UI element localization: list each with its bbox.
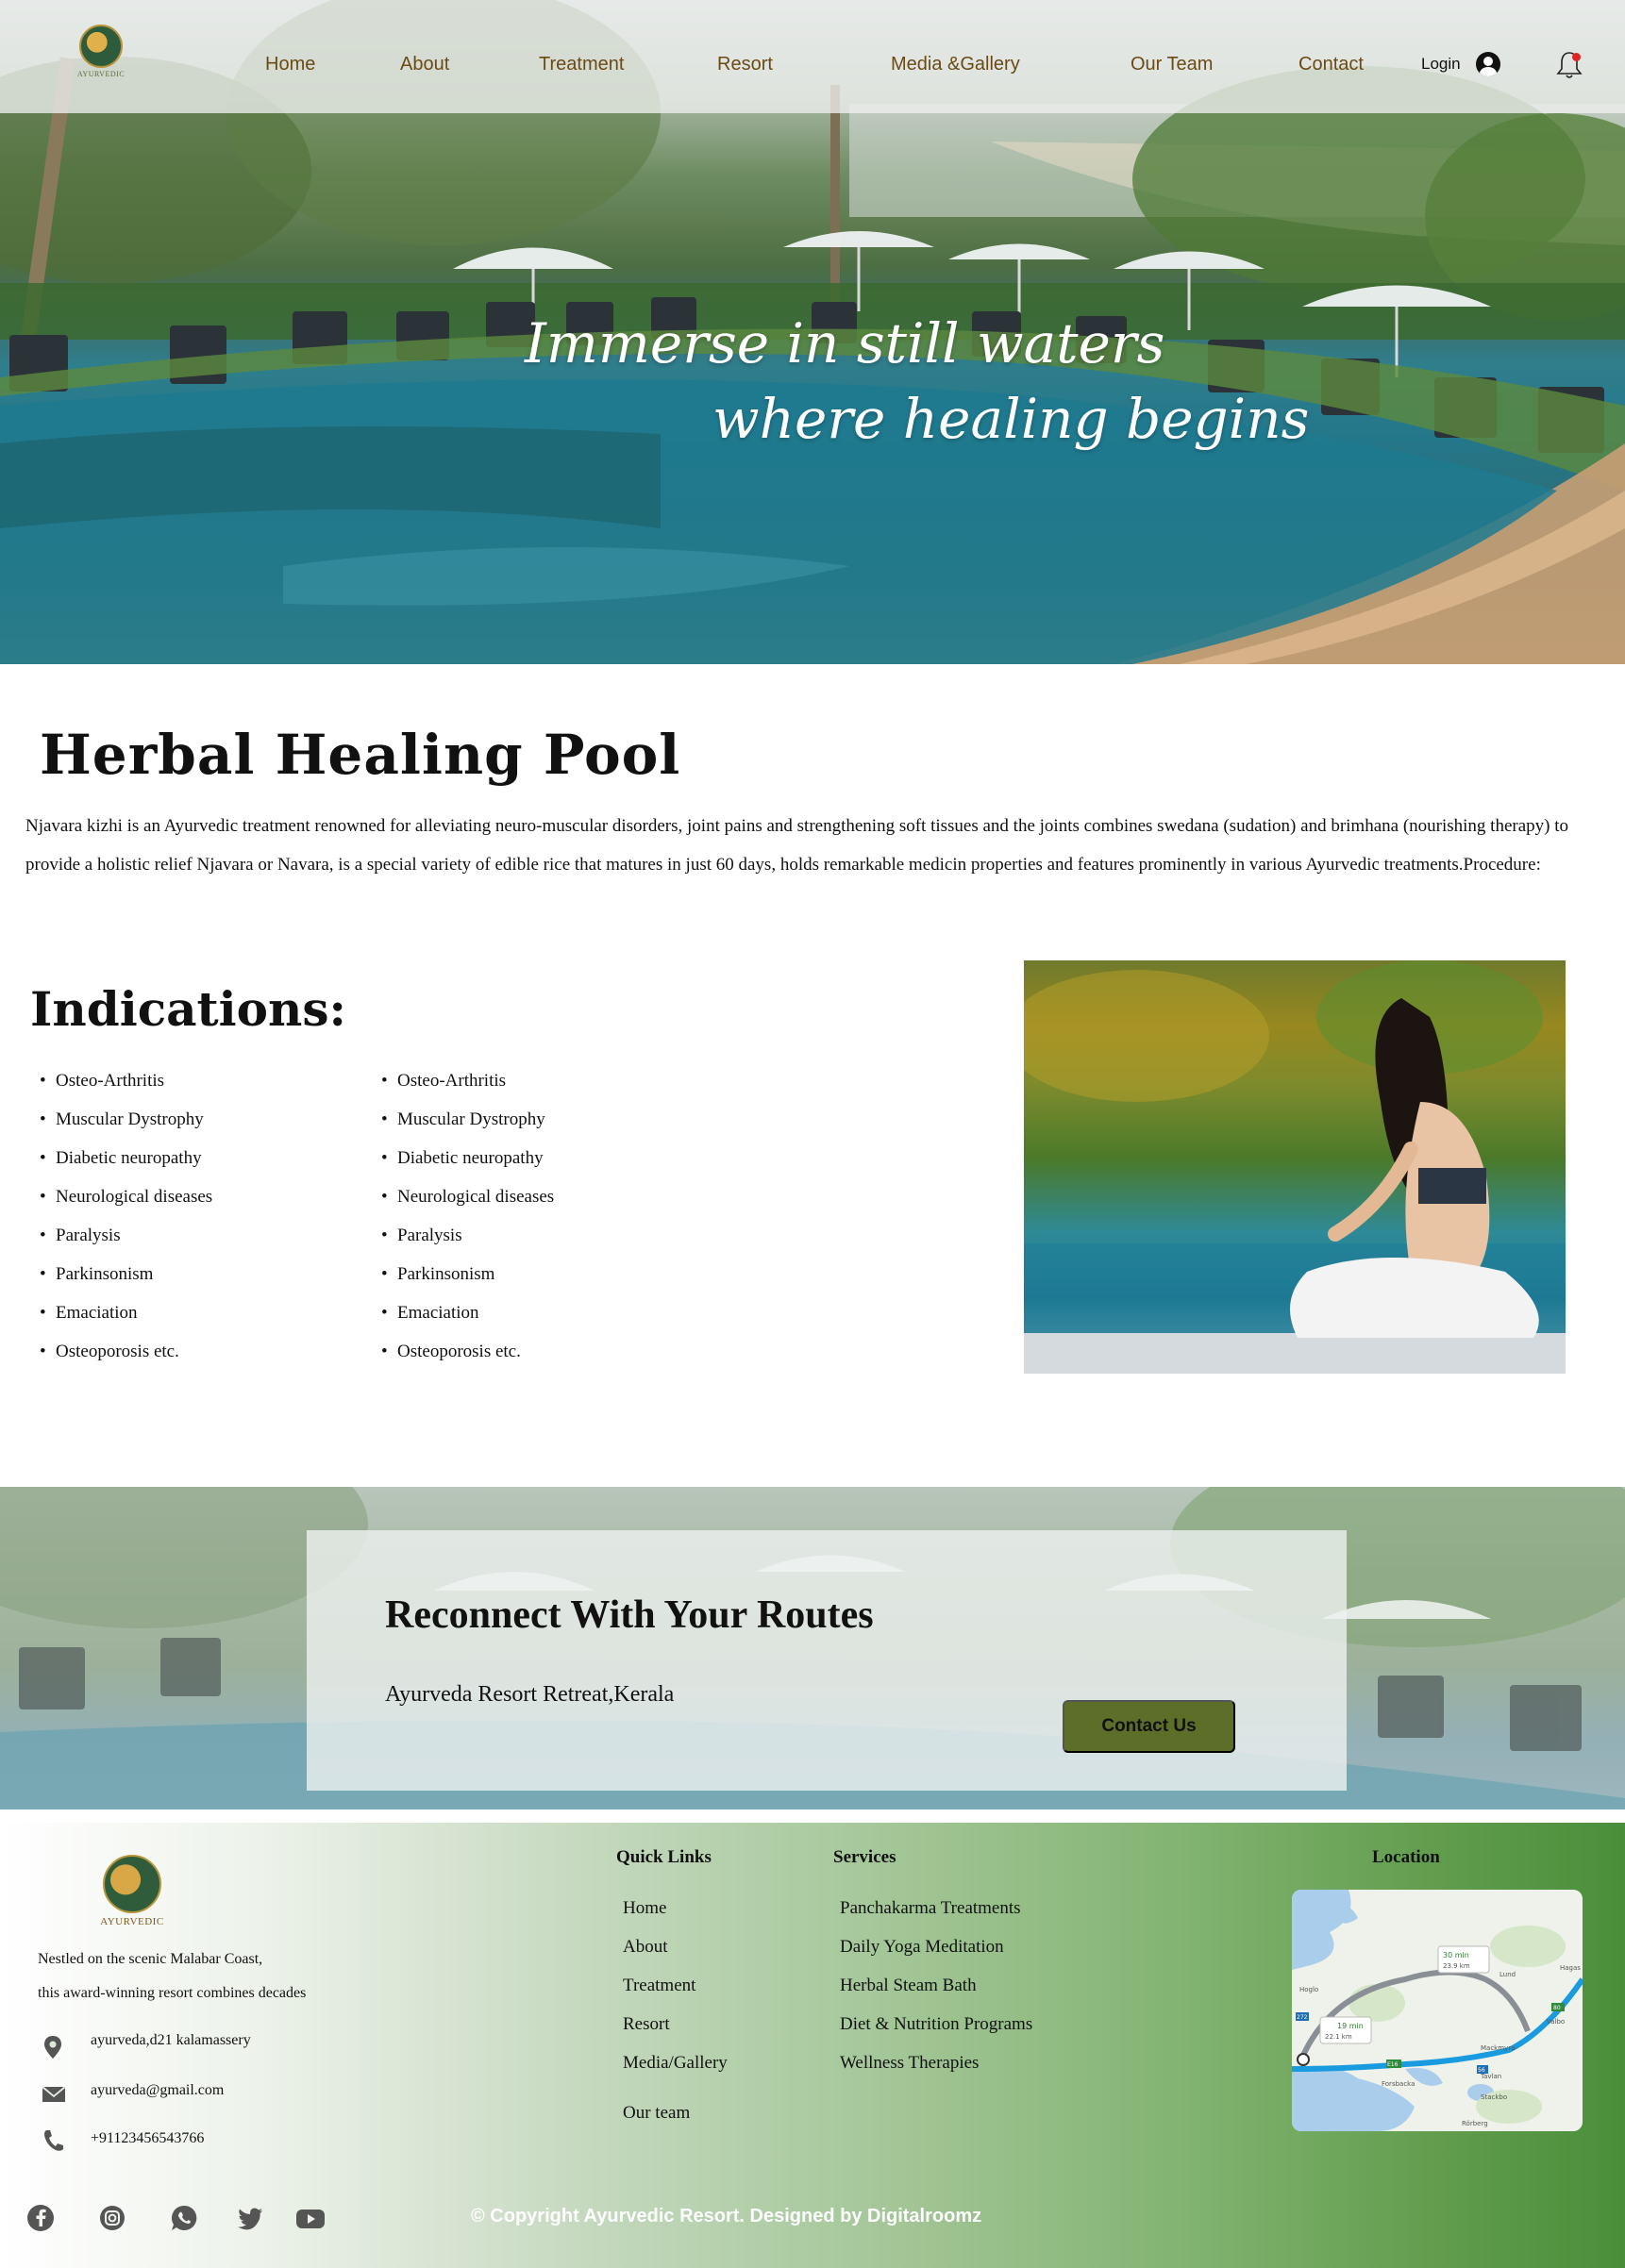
map-place-rorberg: Rörberg — [1462, 2120, 1488, 2127]
list-item: Neurological diseases — [40, 1177, 212, 1216]
top-navbar: AYURVEDIC Home About Treatment Resort Me… — [0, 0, 1625, 113]
map-route-a-dist: 23.9 km — [1443, 1962, 1470, 1970]
login-link[interactable]: Login — [1421, 55, 1461, 74]
nav-our-team[interactable]: Our Team — [1131, 54, 1213, 75]
list-item: Emaciation — [40, 1293, 212, 1332]
map-route-a-time: 30 min — [1443, 1951, 1469, 1959]
service-link-diet[interactable]: Diet & Nutrition Programs — [840, 2014, 1032, 2035]
map-road-272: 272 — [1297, 2014, 1308, 2021]
quick-links-heading: Quick Links — [616, 1847, 712, 1867]
map-route-b-time: 19 min — [1337, 2022, 1364, 2030]
whatsapp-icon[interactable] — [170, 2204, 198, 2232]
list-item: Osteo-Arthritis — [40, 1061, 212, 1100]
map-place-tavlan: Tavlan — [1480, 2073, 1501, 2080]
nav-about[interactable]: About — [400, 54, 449, 75]
service-link-panchakarma[interactable]: Panchakarma Treatments — [840, 1898, 1021, 1919]
footer-logo[interactable]: AYURVEDIC — [94, 1855, 170, 1940]
footer-about-line2: this award-winning resort combines decad… — [38, 1985, 307, 2001]
cta-subtitle: Ayurveda Resort Retreat,Kerala — [385, 1682, 675, 1707]
user-circle-icon[interactable] — [1476, 52, 1500, 76]
footer-link-media-gallery[interactable]: Media/Gallery — [623, 2053, 728, 2074]
map-road-80: 80 — [1553, 2005, 1561, 2011]
phone-icon — [42, 2128, 64, 2151]
nav-treatment[interactable]: Treatment — [539, 54, 624, 75]
hero-banner: AYURVEDIC Home About Treatment Resort Me… — [0, 0, 1625, 664]
indications-list-left: Osteo-Arthritis Muscular Dystrophy Diabe… — [40, 1061, 212, 1371]
copyright-text: © Copyright Ayurvedic Resort. Designed b… — [471, 2206, 982, 2226]
bell-icon[interactable] — [1555, 49, 1583, 81]
notification-badge — [1572, 53, 1581, 61]
instagram-icon[interactable] — [98, 2204, 126, 2232]
list-item: Parkinsonism — [381, 1255, 554, 1293]
brand-logo[interactable]: AYURVEDIC — [74, 25, 128, 89]
footer-link-treatment[interactable]: Treatment — [623, 1976, 695, 1996]
list-item: Muscular Dystrophy — [381, 1100, 554, 1139]
youtube-icon[interactable] — [295, 2204, 325, 2232]
page-title: Herbal Healing Pool — [40, 723, 681, 787]
map-place-lund: Lund — [1499, 1971, 1516, 1978]
yoga-figure — [1024, 960, 1566, 1374]
list-item: Parkinsonism — [40, 1255, 212, 1293]
hero-tagline-line1: Immerse in still waters — [525, 311, 1165, 375]
service-link-yoga[interactable]: Daily Yoga Meditation — [840, 1937, 1004, 1958]
indications-list-right: Osteo-Arthritis Muscular Dystrophy Diabe… — [381, 1061, 554, 1371]
footer-link-about[interactable]: About — [623, 1937, 668, 1958]
lotus-logo-icon — [103, 1855, 161, 1913]
map-route-b-dist: 22.1 km — [1325, 2033, 1352, 2041]
indications-heading: Indications: — [30, 981, 346, 1037]
footer-about-line1: Nestled on the scenic Malabar Coast, — [38, 1951, 263, 1967]
list-item: Diabetic neuropathy — [381, 1139, 554, 1177]
nav-home[interactable]: Home — [265, 54, 315, 75]
list-item: Emaciation — [381, 1293, 554, 1332]
footer-link-our-team[interactable]: Our team — [623, 2103, 690, 2124]
map-place-hoglo: Hoglo — [1299, 1986, 1318, 1993]
footer-email[interactable]: ayurveda@gmail.com — [91, 2082, 224, 2099]
contact-us-button[interactable]: Contact Us — [1063, 1700, 1235, 1753]
yoga-poolside-photo — [1024, 960, 1566, 1374]
twitter-icon[interactable] — [236, 2204, 264, 2232]
footer-link-resort[interactable]: Resort — [623, 2014, 670, 2035]
map-road-56: 56 — [1478, 2067, 1485, 2074]
logo-text: AYURVEDIC — [76, 70, 126, 78]
location-pin-icon — [42, 2035, 64, 2059]
mail-icon — [42, 2085, 66, 2108]
list-item: Diabetic neuropathy — [40, 1139, 212, 1177]
map-graphic: 30 min 23.9 km 19 min 22.1 km Lund Hoglo… — [1292, 1890, 1583, 2131]
nav-contact[interactable]: Contact — [1298, 54, 1364, 75]
list-item: Paralysis — [40, 1216, 212, 1255]
nav-resort[interactable]: Resort — [717, 54, 773, 75]
treatment-description: Njavara kizhi is an Ayurvedic treatment … — [25, 816, 1569, 875]
map-place-mackmyra: Mackmyra — [1481, 2044, 1515, 2052]
map-road-e16: E16 — [1387, 2061, 1399, 2068]
nav-media-gallery[interactable]: Media &Gallery — [891, 54, 1020, 75]
list-item: Osteoporosis etc. — [40, 1332, 212, 1371]
lotus-logo-icon — [79, 25, 123, 68]
location-map[interactable]: 30 min 23.9 km 19 min 22.1 km Lund Hoglo… — [1292, 1890, 1583, 2131]
facebook-icon[interactable] — [26, 2204, 55, 2232]
map-place-valbo: Valbo — [1547, 2018, 1565, 2026]
footer-phone[interactable]: +91123456543766 — [91, 2130, 204, 2147]
list-item: Osteoporosis etc. — [381, 1332, 554, 1371]
list-item: Osteo-Arthritis — [381, 1061, 554, 1100]
footer-address: ayurveda,d21 kalamassery — [91, 2032, 251, 2048]
map-place-stackbo: Stackbo — [1481, 2093, 1507, 2101]
list-item: Paralysis — [381, 1216, 554, 1255]
map-place-forsbacka: Forsbacka — [1382, 2080, 1415, 2088]
list-item: Neurological diseases — [381, 1177, 554, 1216]
location-heading: Location — [1372, 1847, 1440, 1867]
cta-title: Reconnect With Your Routes — [385, 1593, 874, 1637]
service-link-steam-bath[interactable]: Herbal Steam Bath — [840, 1976, 977, 1996]
footer-logo-text: AYURVEDIC — [100, 1916, 164, 1927]
footer-link-home[interactable]: Home — [623, 1898, 666, 1919]
list-item: Muscular Dystrophy — [40, 1100, 212, 1139]
map-place-hagas: Hagas — [1560, 1964, 1581, 1972]
service-link-wellness[interactable]: Wellness Therapies — [840, 2053, 979, 2074]
hero-tagline-line2: where healing begins — [712, 387, 1310, 451]
services-heading: Services — [833, 1847, 896, 1867]
